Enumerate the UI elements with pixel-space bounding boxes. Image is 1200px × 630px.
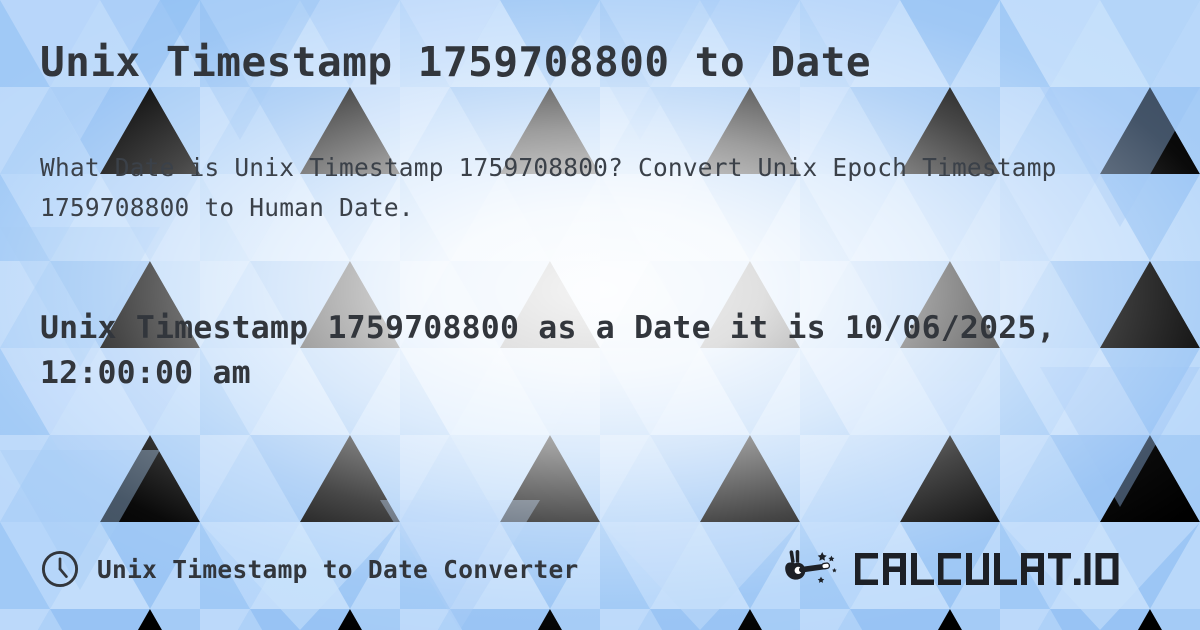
footer: Unix Timestamp to Date Converter xyxy=(36,548,1164,630)
footer-label: Unix Timestamp to Date Converter xyxy=(97,554,579,584)
og-image-card: Unix Timestamp 1759708800 to Date What D… xyxy=(0,0,1200,630)
brand-wordmark: CALCULAT.IO xyxy=(855,553,1119,585)
clock-icon xyxy=(41,550,79,588)
spacer-after-description xyxy=(36,228,1164,306)
brand-logo: CALCULAT.IO xyxy=(781,548,1156,590)
content-container: Unix Timestamp 1759708800 to Date What D… xyxy=(0,0,1200,630)
page-title: Unix Timestamp 1759708800 to Date xyxy=(40,38,872,86)
page-description: What Date is Unix Timestamp 1759708800? … xyxy=(40,153,1057,223)
brand-name: CALCULAT.IO xyxy=(854,549,1134,589)
footer-branding-left: Unix Timestamp to Date Converter xyxy=(40,549,579,589)
spacer-flex xyxy=(36,396,1164,548)
result-text: Unix Timestamp 1759708800 as a Date it i… xyxy=(40,309,1056,392)
spacer-after-title xyxy=(36,86,1164,148)
hand-wand-icon xyxy=(785,550,837,583)
